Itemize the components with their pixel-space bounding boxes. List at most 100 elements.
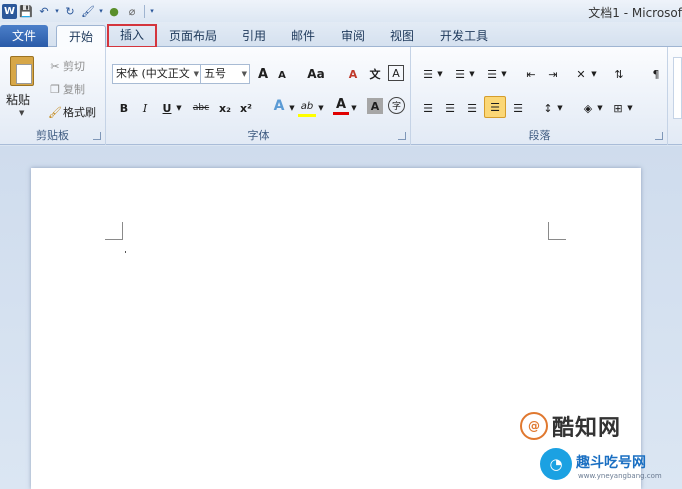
- group-paragraph: ☰ ▼ ☰ ▼ ☰ ▼ ⇤ ⇥ ✕ ▼ ⇅ ¶ ☰ ☰ ☰ ☰ ☰ ↕ ▼ ◈ …: [412, 47, 668, 145]
- tab-review[interactable]: 审阅: [333, 25, 373, 47]
- chevron-down-icon[interactable]: ▼: [242, 65, 247, 83]
- paragraph-launcher-icon[interactable]: [655, 132, 663, 140]
- increase-indent-button[interactable]: ⇥: [544, 65, 562, 83]
- paste-button[interactable]: 粘贴: [6, 91, 30, 108]
- redo-icon[interactable]: ↻: [61, 2, 79, 20]
- clear-format-button[interactable]: A: [344, 65, 362, 83]
- change-case-button[interactable]: Aa: [303, 65, 329, 83]
- paste-clipboard-icon[interactable]: [10, 56, 34, 86]
- font-color-dropdown-icon[interactable]: ▼: [350, 99, 358, 117]
- phonetic-guide-button[interactable]: 文: [366, 65, 384, 83]
- bold-icon: B: [119, 101, 129, 115]
- text-effect-dropdown-icon[interactable]: ▼: [288, 99, 296, 117]
- shrink-font-icon: A: [278, 69, 286, 81]
- bullets-button[interactable]: ☰: [420, 65, 436, 83]
- character-border-button[interactable]: A: [388, 65, 404, 81]
- shrink-font-button[interactable]: A: [274, 66, 290, 84]
- save-icon[interactable]: 💾: [17, 2, 35, 20]
- format-painter-button[interactable]: 🖌 格式刷: [47, 104, 96, 120]
- undo-icon[interactable]: ↶: [35, 2, 53, 20]
- site-brand-text: 趣斗吃号网: [576, 455, 646, 471]
- line-spacing-button[interactable]: ↕: [540, 99, 556, 117]
- align-left-button[interactable]: ☰: [420, 99, 436, 117]
- brush-dropdown-icon[interactable]: ▾: [97, 2, 105, 20]
- font-name-value: 宋体 (中文正文: [116, 67, 190, 80]
- distributed-button[interactable]: ☰: [510, 99, 526, 117]
- font-launcher-icon[interactable]: [398, 132, 406, 140]
- underline-button[interactable]: U: [160, 99, 174, 117]
- copy-icon: ❐: [50, 82, 60, 96]
- character-shading-button[interactable]: A: [367, 98, 383, 114]
- tab-references[interactable]: 引用: [234, 25, 274, 47]
- tab-insert[interactable]: 插入: [107, 24, 157, 48]
- borders-button[interactable]: ⊞: [610, 99, 626, 117]
- enclose-characters-button[interactable]: 字: [388, 97, 405, 114]
- format-painter-icon: 🖌: [48, 105, 62, 119]
- font-color-icon: A: [335, 97, 347, 112]
- multilevel-list-icon: ☰: [487, 67, 497, 81]
- italic-button[interactable]: I: [138, 99, 152, 117]
- shading-button[interactable]: ◈: [580, 99, 596, 117]
- numbering-button[interactable]: ☰: [452, 65, 468, 83]
- enclose-characters-icon: 字: [391, 102, 401, 112]
- styles-gallery[interactable]: [673, 57, 682, 119]
- multilevel-list-button[interactable]: ☰: [484, 65, 500, 83]
- tab-page-layout[interactable]: 页面布局: [162, 25, 224, 47]
- chevron-down-icon[interactable]: ▼: [194, 65, 199, 83]
- copy-label: 复制: [63, 83, 85, 96]
- grow-font-button[interactable]: A: [254, 65, 272, 83]
- undo-dropdown-icon[interactable]: ▾: [53, 2, 61, 20]
- font-group-label: 字体: [247, 129, 270, 142]
- cut-button[interactable]: ✂ 剪切: [47, 58, 85, 74]
- multilevel-dropdown-icon[interactable]: ▼: [500, 65, 508, 83]
- cut-label: 剪切: [63, 60, 85, 73]
- tab-file[interactable]: 文件: [0, 25, 48, 47]
- no-symbol-icon[interactable]: ⌀: [123, 2, 141, 20]
- character-shading-icon: A: [370, 99, 380, 113]
- circle-icon[interactable]: ●: [105, 2, 123, 20]
- asian-layout-dropdown-icon[interactable]: ▼: [590, 65, 598, 83]
- paste-dropdown-icon[interactable]: ▼: [19, 109, 24, 117]
- tab-mailings[interactable]: 邮件: [283, 25, 323, 47]
- sort-icon: ⇅: [614, 67, 624, 81]
- show-marks-button[interactable]: ¶: [648, 65, 664, 83]
- text-effect-button[interactable]: A: [270, 97, 288, 115]
- tab-home[interactable]: 开始: [56, 25, 106, 48]
- phonetic-guide-icon: 文: [369, 68, 381, 81]
- text-effect-icon: A: [273, 98, 285, 114]
- site-url-text: www.yneyangbang.com: [578, 472, 662, 480]
- clipboard-group-label: 剪贴板: [36, 129, 69, 142]
- font-size-combo[interactable]: 五号 ▼: [200, 64, 250, 84]
- bold-button[interactable]: B: [117, 99, 131, 117]
- bullets-dropdown-icon[interactable]: ▼: [436, 65, 444, 83]
- tab-view[interactable]: 视图: [382, 25, 422, 47]
- bullets-icon: ☰: [423, 67, 433, 81]
- font-color-button[interactable]: A: [333, 97, 349, 115]
- shading-dropdown-icon[interactable]: ▼: [596, 99, 604, 117]
- tab-developer[interactable]: 开发工具: [432, 25, 496, 47]
- sort-button[interactable]: ⇅: [610, 65, 628, 83]
- clipboard-launcher-icon[interactable]: [93, 132, 101, 140]
- subscript-button[interactable]: x₂: [217, 99, 233, 117]
- word-logo-icon[interactable]: W: [2, 3, 17, 19]
- increase-indent-icon: ⇥: [548, 67, 558, 81]
- highlight-button[interactable]: ab: [298, 99, 316, 117]
- align-center-button[interactable]: ☰: [442, 99, 458, 117]
- strikethrough-button[interactable]: abc: [190, 99, 212, 117]
- title-bar: W 💾 ↶ ▾ ↻ 🖌 ▾ ● ⌀ ▾ 文档1 - Microsof: [0, 0, 682, 22]
- superscript-button[interactable]: x²: [238, 99, 254, 117]
- underline-dropdown-icon[interactable]: ▼: [175, 99, 183, 117]
- clear-format-icon: A: [348, 67, 358, 81]
- copy-button[interactable]: ❐ 复制: [47, 81, 85, 97]
- customize-qat-icon[interactable]: ▾: [148, 2, 156, 20]
- align-right-button[interactable]: ☰: [464, 99, 480, 117]
- justify-button[interactable]: ☰: [484, 96, 506, 118]
- highlight-dropdown-icon[interactable]: ▼: [317, 99, 325, 117]
- sort-characters-button[interactable]: ✕: [572, 65, 590, 83]
- numbering-dropdown-icon[interactable]: ▼: [468, 65, 476, 83]
- brush-icon[interactable]: 🖌: [79, 2, 97, 20]
- decrease-indent-button[interactable]: ⇤: [522, 65, 540, 83]
- font-name-combo[interactable]: 宋体 (中文正文 ▼: [112, 64, 202, 84]
- line-spacing-dropdown-icon[interactable]: ▼: [556, 99, 564, 117]
- borders-dropdown-icon[interactable]: ▼: [626, 99, 634, 117]
